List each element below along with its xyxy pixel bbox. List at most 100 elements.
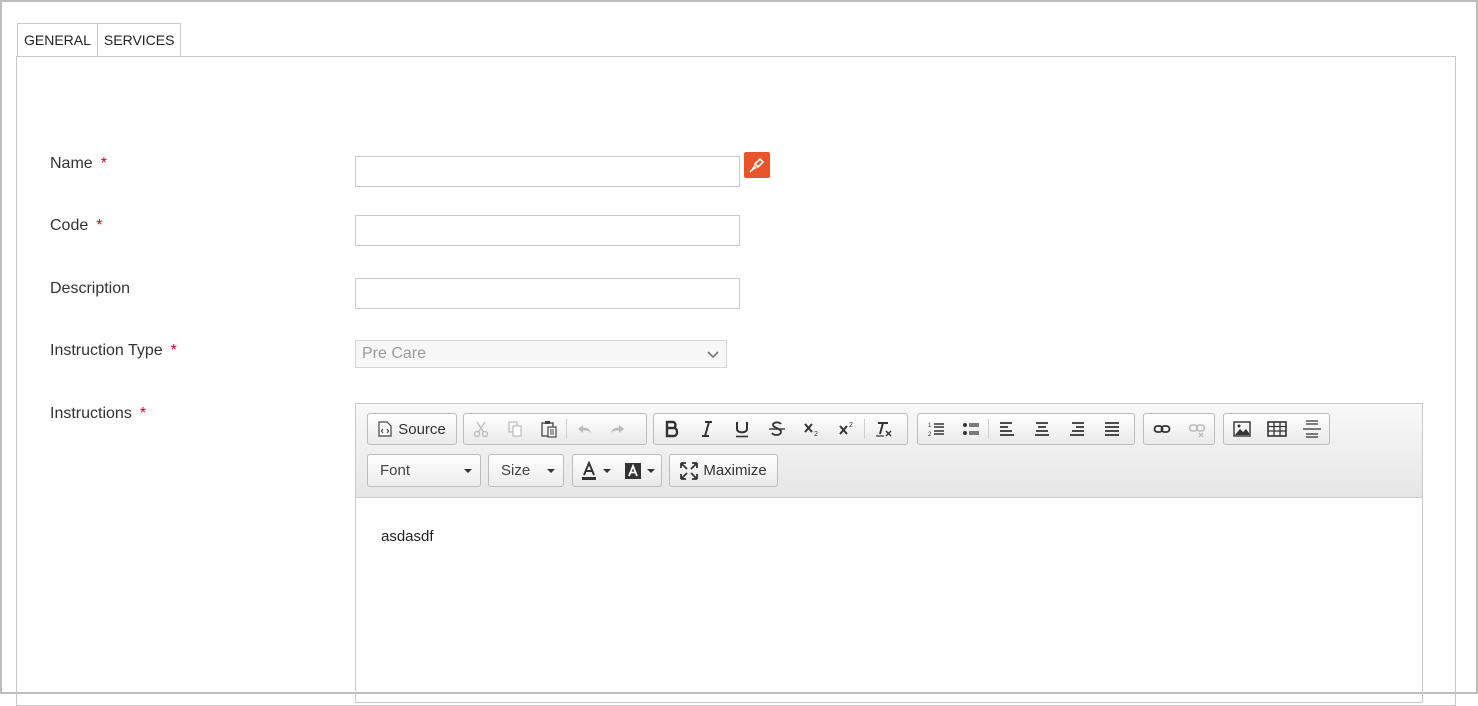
strike-button[interactable]: [759, 414, 794, 444]
source-label: Source: [398, 420, 446, 438]
source-group: Source: [367, 413, 457, 445]
instruction-type-value: Pre Care: [362, 345, 427, 362]
superscript-button[interactable]: 2: [829, 414, 864, 444]
caret-down-icon: [646, 468, 655, 473]
justify-button[interactable]: [1094, 414, 1129, 444]
paste-button[interactable]: [532, 414, 566, 444]
underline-icon: [735, 422, 748, 438]
strikethrough-icon: [768, 421, 785, 436]
copy-button[interactable]: [498, 414, 532, 444]
required-mark: *: [170, 342, 177, 359]
link-button[interactable]: [1144, 414, 1179, 444]
align-left-button[interactable]: [989, 414, 1024, 444]
scissors-icon: [473, 421, 489, 438]
code-label: Code *: [50, 217, 102, 235]
unlink-icon: [1188, 424, 1205, 438]
align-left-icon: [999, 422, 1014, 436]
code-input[interactable]: [355, 215, 740, 246]
name-input[interactable]: [355, 156, 740, 187]
paste-icon: [541, 421, 557, 438]
table-icon: [1266, 421, 1287, 437]
source-button[interactable]: Source: [368, 414, 456, 444]
basic-styles-group: 2 2: [653, 413, 908, 445]
link-icon: [1153, 425, 1170, 433]
font-combo-label: Font: [380, 462, 411, 479]
tab-general[interactable]: GENERAL: [17, 23, 98, 57]
maximize-icon: [680, 461, 699, 480]
maximize-button[interactable]: Maximize: [670, 456, 777, 486]
editor-content-text: asdasdf: [381, 528, 434, 545]
text-color-button[interactable]: [573, 456, 617, 486]
align-right-button[interactable]: [1059, 414, 1094, 444]
chevron-down-icon: [707, 351, 719, 359]
bold-button[interactable]: [654, 414, 689, 444]
remove-format-button[interactable]: [865, 414, 903, 444]
description-input[interactable]: [355, 278, 740, 309]
svg-text:2: 2: [849, 422, 853, 429]
size-combo-label: Size: [501, 462, 531, 479]
maximize-label: Maximize: [703, 462, 767, 479]
insert-group: [1223, 413, 1330, 445]
tools-group: Maximize: [669, 454, 778, 487]
instruction-type-select[interactable]: Pre Care: [355, 340, 727, 368]
align-right-icon: [1069, 422, 1084, 436]
table-button[interactable]: [1259, 414, 1294, 444]
editor-content-area[interactable]: asdasdf: [356, 498, 1422, 575]
instruction-type-label: Instruction Type *: [50, 342, 177, 360]
bold-icon: [665, 420, 678, 438]
image-button[interactable]: [1224, 414, 1259, 444]
translate-button[interactable]: [744, 152, 770, 178]
bulleted-list-button[interactable]: [953, 414, 988, 444]
numbered-list-button[interactable]: 1 2: [918, 414, 953, 444]
code-label-text: Code: [50, 217, 89, 234]
caret-down-icon: [602, 468, 611, 473]
paragraph-group: 1 2: [917, 413, 1135, 445]
italic-button[interactable]: [689, 414, 724, 444]
image-icon: [1232, 421, 1251, 437]
rich-text-editor: Source 2 2 1 2 Font Size Maximize asdasd…: [355, 403, 1423, 703]
svg-text:1: 1: [928, 423, 932, 429]
required-mark: *: [139, 405, 147, 422]
horizontal-rule-icon: [1302, 420, 1321, 438]
cut-button[interactable]: [464, 414, 498, 444]
size-combo[interactable]: Size: [488, 454, 564, 487]
align-justify-icon: [1104, 422, 1119, 436]
undo-button[interactable]: [567, 414, 601, 444]
redo-icon: [611, 425, 624, 433]
align-center-icon: [1034, 422, 1049, 436]
instructions-label-text: Instructions: [50, 405, 132, 422]
bulleted-list-icon: [962, 423, 979, 435]
background-color-icon: [624, 462, 641, 479]
italic-icon: [701, 421, 712, 437]
required-mark: *: [100, 155, 107, 172]
subscript-icon: 2: [803, 423, 818, 438]
pen-icon: [749, 157, 765, 173]
clipboard-group: [463, 413, 647, 445]
tab-services[interactable]: SERVICES: [96, 23, 182, 57]
underline-button[interactable]: [724, 414, 759, 444]
horizontal-rule-button[interactable]: [1294, 414, 1329, 444]
unlink-button[interactable]: [1179, 414, 1214, 444]
editor-toolbar: Source 2 2 1 2 Font Size Maximize: [356, 404, 1422, 498]
superscript-icon: 2: [838, 422, 853, 435]
copy-icon: [508, 421, 522, 437]
instruction-type-label-text: Instruction Type: [50, 342, 163, 359]
undo-icon: [578, 425, 591, 433]
svg-text:2: 2: [814, 431, 818, 438]
remove-format-icon: [876, 422, 892, 437]
colors-group: [572, 454, 662, 487]
tab-bar: GENERAL SERVICES: [17, 23, 182, 57]
description-label-text: Description: [50, 280, 131, 297]
numbered-list-icon: 1 2: [928, 423, 944, 438]
font-combo[interactable]: Font: [367, 454, 481, 487]
align-center-button[interactable]: [1024, 414, 1059, 444]
description-label: Description: [50, 280, 130, 298]
name-label: Name *: [50, 155, 107, 173]
caret-down-icon: [464, 469, 472, 473]
required-mark: *: [96, 217, 103, 234]
redo-button[interactable]: [601, 414, 635, 444]
name-label-text: Name: [50, 155, 93, 172]
subscript-button[interactable]: 2: [794, 414, 829, 444]
caret-down-icon: [547, 469, 555, 473]
background-color-button[interactable]: [617, 456, 661, 486]
